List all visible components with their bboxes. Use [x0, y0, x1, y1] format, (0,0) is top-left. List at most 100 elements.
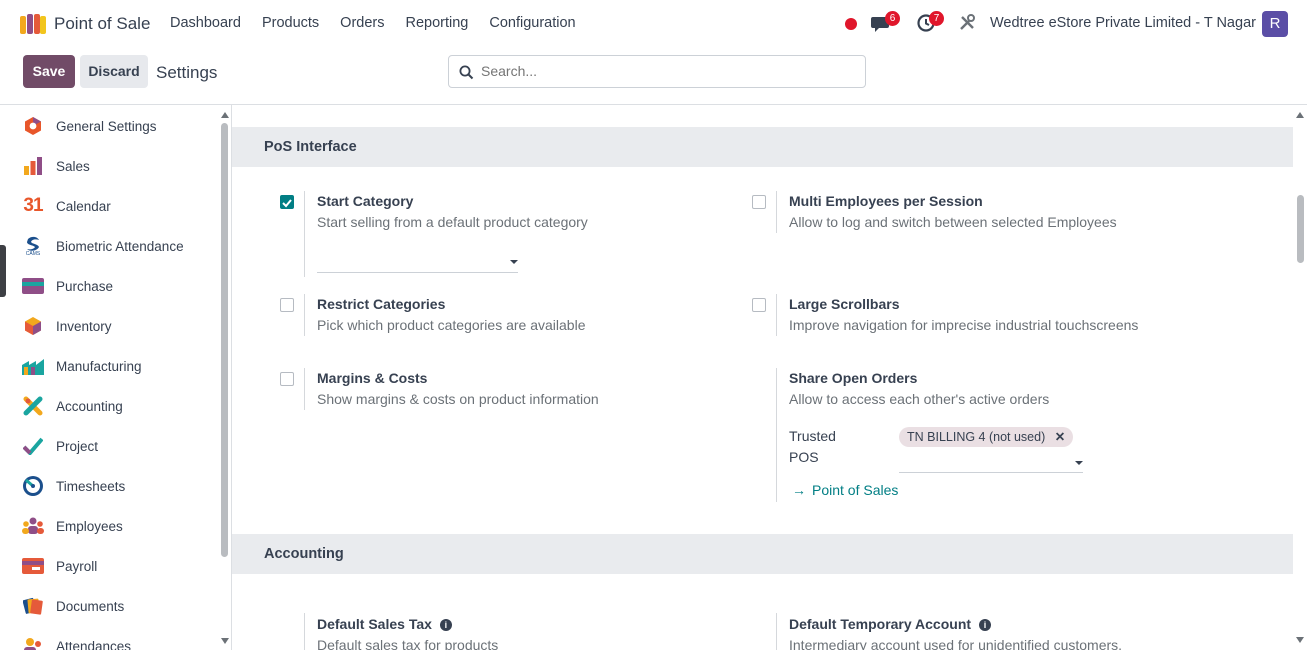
menu-orders[interactable]: Orders: [340, 15, 384, 31]
setting-divider: [776, 368, 777, 502]
setting-title: Default Temporary Account i: [789, 616, 992, 632]
sidebar-item-purchase[interactable]: Purchase: [22, 273, 113, 299]
setting-description: Improve navigation for imprecise industr…: [789, 317, 1139, 333]
sidebar-scrollbar[interactable]: [219, 105, 231, 650]
save-button[interactable]: Save: [23, 55, 75, 88]
sidebar-item-documents[interactable]: Documents: [22, 593, 124, 619]
setting-divider: [304, 191, 305, 277]
sidebar-item-sales[interactable]: Sales: [22, 153, 90, 179]
tag-label: TN BILLING 4 (not used): [907, 430, 1046, 444]
menu-dashboard[interactable]: Dashboard: [170, 15, 241, 31]
info-icon[interactable]: i: [439, 619, 452, 631]
info-icon[interactable]: i: [979, 619, 992, 631]
sidebar-item-accounting[interactable]: Accounting: [22, 393, 123, 419]
pos-app-icon[interactable]: [20, 14, 46, 34]
sidebar-item-biometric-attendance[interactable]: CAMS Biometric Attendance: [22, 233, 184, 259]
attendances-icon: [22, 635, 44, 650]
point-of-sales-link[interactable]: → Point of Sales: [792, 482, 898, 498]
start-category-checkbox[interactable]: [280, 195, 294, 209]
control-panel: Save Discard Settings: [0, 48, 1307, 105]
recording-indicator-icon[interactable]: [845, 18, 857, 30]
sidebar-item-calendar[interactable]: 31 Calendar: [22, 193, 111, 219]
setting-title: Start Category: [317, 193, 414, 209]
messages-badge: 6: [885, 11, 900, 26]
chevron-down-icon: [510, 260, 518, 264]
scroll-down-arrow-icon[interactable]: [221, 638, 229, 644]
section-heading: Accounting: [264, 546, 344, 562]
sidebar-item-general-settings[interactable]: General Settings: [22, 113, 157, 139]
sidebar-item-label: Documents: [56, 598, 125, 614]
sidebar-item-project[interactable]: Project: [22, 433, 98, 459]
sidebar-item-label: Biometric Attendance: [56, 238, 184, 254]
menu-reporting[interactable]: Reporting: [406, 15, 469, 31]
page-title: Settings: [156, 63, 218, 82]
top-navbar: Point of Sale Dashboard Products Orders …: [0, 0, 1307, 48]
sidebar-item-inventory[interactable]: Inventory: [22, 313, 112, 339]
setting-title: Large Scrollbars: [789, 296, 900, 312]
setting-divider: [304, 294, 305, 336]
scroll-up-arrow-icon[interactable]: [221, 112, 229, 118]
inventory-icon: [22, 315, 44, 337]
sidebar-item-label: Sales: [56, 158, 90, 174]
sidebar-item-label: Project: [56, 438, 99, 454]
setting-description: Pick which product categories are availa…: [317, 317, 586, 333]
window-edge-handle: [0, 245, 6, 297]
trusted-pos-tag[interactable]: TN BILLING 4 (not used) ✕: [899, 427, 1074, 447]
scroll-down-arrow-icon[interactable]: [1296, 637, 1304, 643]
search-box[interactable]: [448, 55, 866, 88]
setting-description: Intermediary account used for unidentifi…: [789, 637, 1123, 650]
calendar-icon: 31: [22, 195, 44, 217]
restrict-categories-checkbox[interactable]: [280, 298, 294, 312]
content-scroll-thumb[interactable]: [1297, 195, 1304, 263]
sidebar-item-employees[interactable]: Employees: [22, 513, 123, 539]
setting-title: Margins & Costs: [317, 370, 428, 386]
general-settings-icon: [22, 115, 44, 137]
company-switcher[interactable]: Wedtree eStore Private Limited - T Nagar: [990, 15, 1256, 31]
setting-description: Default sales tax for products: [317, 637, 499, 650]
sidebar-item-payroll[interactable]: Payroll: [22, 553, 97, 579]
setting-title-text: Default Sales Tax: [317, 616, 432, 632]
content-scrollbar[interactable]: [1293, 105, 1307, 650]
trusted-pos-label-line2: POS: [789, 449, 819, 465]
user-avatar[interactable]: R: [1262, 11, 1288, 37]
menu-products[interactable]: Products: [262, 15, 319, 31]
biometric-glyph: CAMS: [25, 250, 41, 257]
debug-tools-icon[interactable]: [958, 14, 976, 32]
settings-content: PoS Interface Start Category Start selli…: [232, 105, 1307, 650]
section-pos-interface: PoS Interface: [232, 127, 1293, 167]
sidebar-scroll-thumb[interactable]: [221, 123, 228, 557]
setting-description: Allow to access each other's active orde…: [789, 391, 1050, 407]
setting-divider: [776, 191, 777, 233]
setting-title-text: Default Temporary Account: [789, 616, 972, 632]
sidebar-item-label: Accounting: [56, 398, 123, 414]
settings-sidebar: General Settings Sales 31 Calendar CAMS …: [8, 105, 232, 650]
sidebar-item-label: Calendar: [56, 198, 111, 214]
search-icon: [459, 65, 474, 80]
checkmark-icon: [282, 199, 292, 208]
setting-divider: [304, 613, 305, 650]
sidebar-item-label: Manufacturing: [56, 358, 142, 374]
purchase-icon: [22, 275, 44, 297]
section-accounting: Accounting: [232, 534, 1293, 574]
setting-title: Share Open Orders: [789, 370, 918, 386]
trusted-pos-many2many[interactable]: TN BILLING 4 (not used) ✕: [899, 425, 1083, 473]
discard-button[interactable]: Discard: [80, 55, 148, 88]
search-input[interactable]: [481, 63, 851, 79]
sidebar-item-attendances[interactable]: Attendances: [22, 633, 131, 650]
margins-costs-checkbox[interactable]: [280, 372, 294, 386]
documents-icon: [22, 595, 44, 617]
app-title[interactable]: Point of Sale: [54, 14, 150, 34]
calendar-glyph: 31: [23, 195, 43, 216]
sidebar-item-label: Purchase: [56, 278, 114, 294]
large-scrollbars-checkbox[interactable]: [752, 298, 766, 312]
menu-configuration[interactable]: Configuration: [489, 15, 575, 31]
multi-employees-checkbox[interactable]: [752, 195, 766, 209]
trusted-pos-label: Trusted: [789, 428, 836, 444]
accounting-icon: [22, 395, 44, 417]
start-category-select[interactable]: [317, 251, 518, 273]
sidebar-item-manufacturing[interactable]: Manufacturing: [22, 353, 142, 379]
remove-tag-icon[interactable]: ✕: [1055, 430, 1065, 444]
arrow-right-icon: →: [792, 482, 806, 498]
scroll-up-arrow-icon[interactable]: [1296, 112, 1304, 118]
sidebar-item-timesheets[interactable]: Timesheets: [22, 473, 125, 499]
